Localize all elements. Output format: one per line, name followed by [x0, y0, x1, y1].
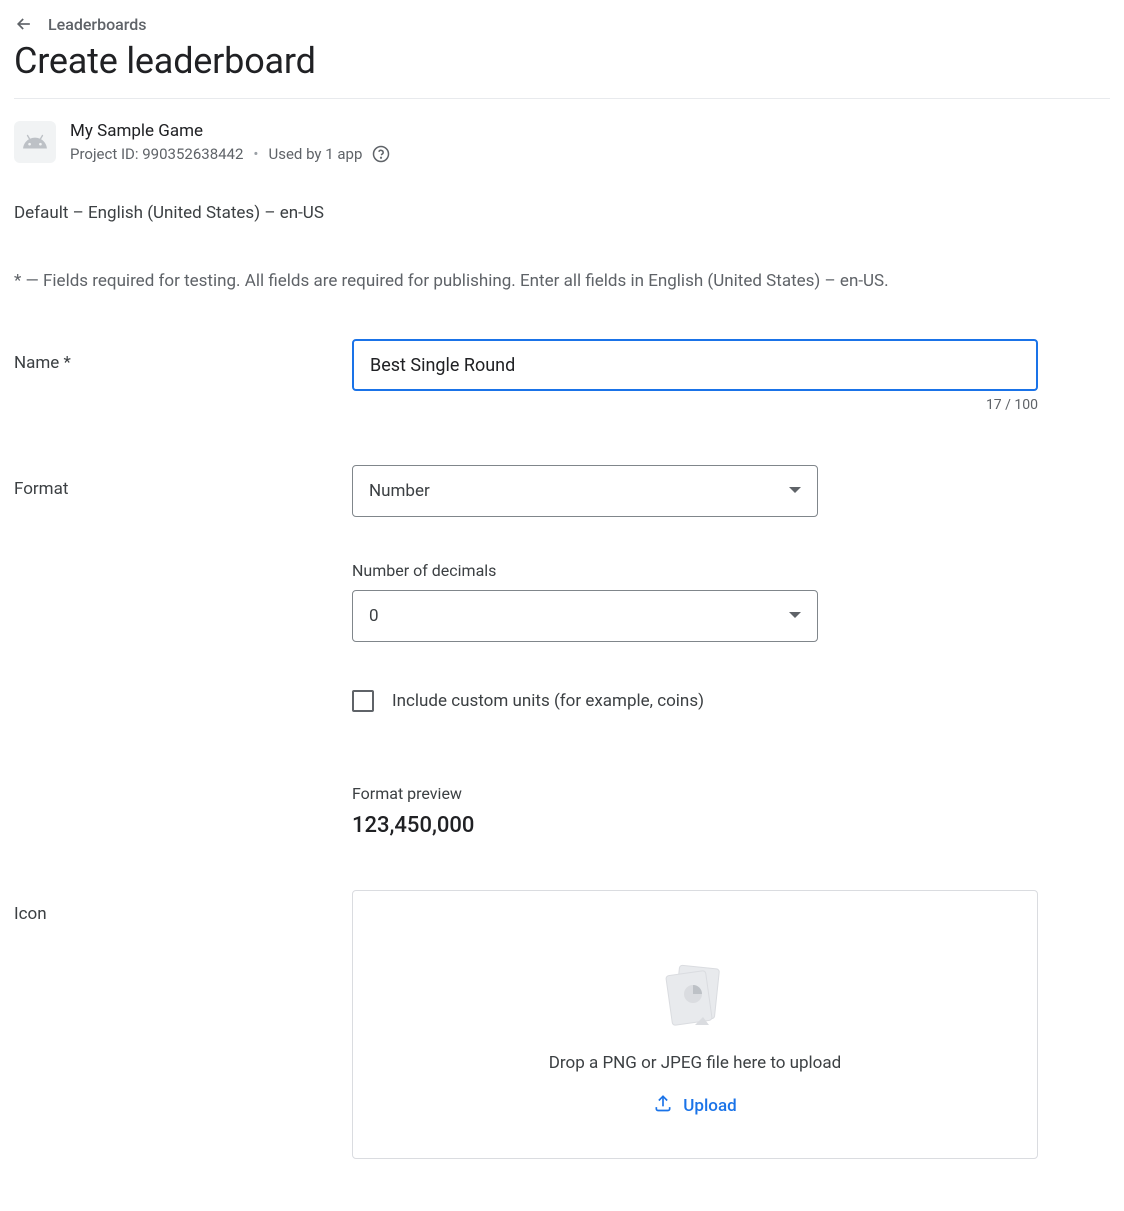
name-char-count: 17 / 100 — [352, 397, 1038, 413]
dropzone-text: Drop a PNG or JPEG file here to upload — [549, 1053, 841, 1073]
upload-label: Upload — [683, 1096, 736, 1116]
breadcrumb[interactable]: Leaderboards — [14, 14, 1110, 34]
caret-down-icon — [789, 481, 801, 501]
decimals-select[interactable]: 0 — [352, 590, 818, 642]
upload-icon — [653, 1093, 673, 1118]
format-preview-label: Format preview — [352, 784, 1038, 803]
page-title: Create leaderboard — [14, 40, 1110, 82]
custom-units-label: Include custom units (for example, coins… — [392, 691, 704, 711]
project-id: Project ID: 990352638442 — [70, 145, 243, 163]
name-input[interactable] — [352, 339, 1038, 391]
format-select[interactable]: Number — [352, 465, 818, 517]
upload-button[interactable]: Upload — [653, 1093, 736, 1118]
separator-dot: • — [253, 145, 258, 163]
format-label: Format — [14, 465, 352, 499]
icon-label: Icon — [14, 890, 352, 924]
format-preview-value: 123,450,000 — [352, 813, 1038, 838]
decimals-label: Number of decimals — [352, 561, 1038, 580]
file-stack-icon — [659, 961, 731, 1033]
format-value: Number — [369, 481, 430, 501]
caret-down-icon — [789, 606, 801, 626]
required-fields-help: * — Fields required for testing. All fie… — [14, 271, 1110, 291]
locale-text: Default – English (United States) – en-U… — [14, 203, 1110, 223]
project-name: My Sample Game — [70, 121, 390, 141]
breadcrumb-label: Leaderboards — [48, 15, 147, 34]
help-icon[interactable] — [372, 145, 390, 163]
decimals-value: 0 — [369, 606, 379, 626]
used-by-apps: Used by 1 app — [268, 145, 362, 163]
android-icon — [14, 121, 56, 163]
icon-dropzone[interactable]: Drop a PNG or JPEG file here to upload U… — [352, 890, 1038, 1159]
divider — [14, 98, 1110, 99]
arrow-left-icon — [14, 14, 34, 34]
custom-units-checkbox[interactable] — [352, 690, 374, 712]
project-header: My Sample Game Project ID: 990352638442 … — [14, 121, 1110, 163]
name-label: Name * — [14, 339, 352, 373]
